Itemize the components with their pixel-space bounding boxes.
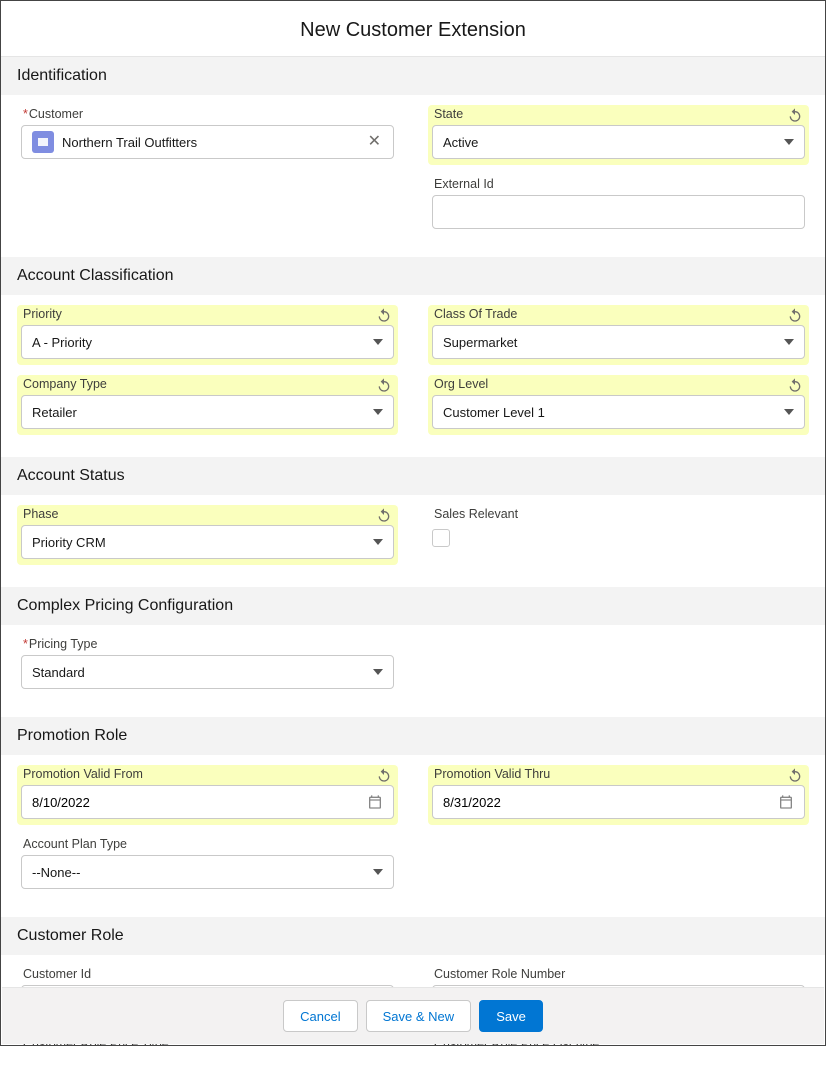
pricing-type-select[interactable]: Standard: [21, 655, 394, 689]
external-id-field: External Id: [428, 175, 809, 235]
pricing-type-label: *Pricing Type: [21, 637, 394, 651]
section-complex-pricing-body: *Pricing Type Standard: [1, 625, 825, 717]
priority-select[interactable]: A - Priority: [21, 325, 394, 359]
section-identification-body: *Customer Northern Trail Outfitters ✕ St…: [1, 95, 825, 257]
chevron-down-icon: [373, 869, 383, 875]
customer-value: Northern Trail Outfitters: [62, 135, 366, 150]
undo-icon[interactable]: [376, 767, 392, 786]
chevron-down-icon: [373, 669, 383, 675]
section-account-status-body: Phase Priority CRM Sales Relevant: [1, 495, 825, 587]
state-field: State Active: [428, 105, 809, 165]
modal-title: New Customer Extension: [1, 19, 825, 42]
undo-icon[interactable]: [787, 377, 803, 396]
company-type-select[interactable]: Retailer: [21, 395, 394, 429]
state-select[interactable]: Active: [432, 125, 805, 159]
customer-id-label: Customer Id: [21, 967, 394, 981]
form-scroll[interactable]: Identification *Customer Northern Trail …: [1, 57, 825, 1045]
company-type-field: Company Type Retailer: [17, 375, 398, 435]
promotion-valid-from-input[interactable]: [21, 785, 394, 819]
phase-label: Phase: [21, 507, 394, 521]
phase-select[interactable]: Priority CRM: [21, 525, 394, 559]
account-plan-type-field: Account Plan Type --None--: [17, 835, 398, 895]
pricing-type-field: *Pricing Type Standard: [17, 635, 398, 695]
undo-icon[interactable]: [787, 767, 803, 786]
undo-icon[interactable]: [787, 307, 803, 326]
section-promotion-role-header: Promotion Role: [1, 717, 825, 755]
undo-icon[interactable]: [787, 107, 803, 126]
class-of-trade-select[interactable]: Supermarket: [432, 325, 805, 359]
section-identification-header: Identification: [1, 57, 825, 95]
customer-lookup[interactable]: Northern Trail Outfitters ✕: [21, 125, 394, 159]
chevron-down-icon: [373, 409, 383, 415]
sales-relevant-checkbox[interactable]: [432, 529, 450, 547]
promotion-valid-thru-label: Promotion Valid Thru: [432, 767, 805, 781]
account-icon: [32, 131, 54, 153]
org-level-field: Org Level Customer Level 1: [428, 375, 809, 435]
undo-icon[interactable]: [376, 307, 392, 326]
org-level-label: Org Level: [432, 377, 805, 391]
section-promotion-role-body: Promotion Valid From Account Plan Type: [1, 755, 825, 917]
customer-field: *Customer Northern Trail Outfitters ✕: [17, 105, 398, 165]
chevron-down-icon: [373, 339, 383, 345]
chevron-down-icon: [784, 409, 794, 415]
save-and-new-button[interactable]: Save & New: [366, 1000, 472, 1032]
section-customer-role-header: Customer Role: [1, 917, 825, 955]
chevron-down-icon: [784, 139, 794, 145]
account-plan-type-label: Account Plan Type: [21, 837, 394, 851]
modal-header: New Customer Extension: [1, 1, 825, 57]
customer-role-number-label: Customer Role Number: [432, 967, 805, 981]
sales-relevant-label: Sales Relevant: [432, 507, 805, 521]
cancel-button[interactable]: Cancel: [283, 1000, 357, 1032]
state-label: State: [432, 107, 805, 121]
phase-field: Phase Priority CRM: [17, 505, 398, 565]
chevron-down-icon: [784, 339, 794, 345]
account-plan-type-select[interactable]: --None--: [21, 855, 394, 889]
priority-label: Priority: [21, 307, 394, 321]
class-of-trade-field: Class Of Trade Supermarket: [428, 305, 809, 365]
company-type-label: Company Type: [21, 377, 394, 391]
section-account-status-header: Account Status: [1, 457, 825, 495]
sales-relevant-field: Sales Relevant: [428, 505, 809, 556]
promotion-valid-thru-input[interactable]: [432, 785, 805, 819]
promotion-valid-thru-field: Promotion Valid Thru: [428, 765, 809, 825]
save-button[interactable]: Save: [479, 1000, 543, 1032]
modal-footer: Cancel Save & New Save: [2, 987, 824, 1044]
promotion-valid-from-label: Promotion Valid From: [21, 767, 394, 781]
promotion-valid-from-field: Promotion Valid From: [17, 765, 398, 825]
undo-icon[interactable]: [376, 377, 392, 396]
external-id-label: External Id: [432, 177, 805, 191]
section-account-classification-header: Account Classification: [1, 257, 825, 295]
external-id-input[interactable]: [443, 205, 794, 220]
external-id-input-wrap: [432, 195, 805, 229]
section-account-classification-body: Priority A - Priority Company Type: [1, 295, 825, 457]
section-complex-pricing-header: Complex Pricing Configuration: [1, 587, 825, 625]
class-of-trade-label: Class Of Trade: [432, 307, 805, 321]
clear-icon[interactable]: ✕: [366, 134, 383, 150]
org-level-select[interactable]: Customer Level 1: [432, 395, 805, 429]
calendar-icon[interactable]: [367, 794, 383, 810]
undo-icon[interactable]: [376, 507, 392, 526]
chevron-down-icon: [373, 539, 383, 545]
customer-label: *Customer: [21, 107, 394, 121]
new-customer-extension-modal: New Customer Extension Identification *C…: [0, 0, 826, 1046]
calendar-icon[interactable]: [778, 794, 794, 810]
priority-field: Priority A - Priority: [17, 305, 398, 365]
